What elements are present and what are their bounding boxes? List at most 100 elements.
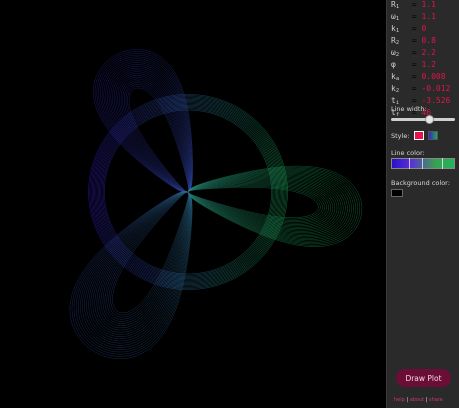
curve-segment: [149, 269, 155, 273]
curve-segment: [221, 269, 227, 273]
curve-segment: [167, 254, 171, 262]
curve-segment: [352, 191, 356, 197]
curve-segment: [178, 110, 182, 118]
curve-segment: [274, 146, 279, 153]
curve-segment: [103, 228, 107, 235]
curve-segment: [99, 80, 101, 86]
curve-segment: [175, 129, 178, 137]
curve-segment: [104, 292, 106, 299]
curve-segment: [318, 209, 320, 213]
curve-segment: [114, 99, 116, 106]
curve-segment: [342, 215, 345, 220]
curve-segment: [124, 343, 131, 346]
curve-segment: [221, 270, 228, 274]
curve-segment: [130, 81, 134, 83]
curve-segment: [171, 70, 176, 78]
curve-segment: [323, 217, 327, 221]
curve-segment: [125, 334, 132, 337]
curve-segment: [181, 146, 184, 153]
curve-segment: [292, 181, 300, 184]
curve-segment: [127, 88, 129, 92]
curve-segment: [183, 143, 186, 150]
curve-segment: [112, 330, 117, 333]
curve-segment: [224, 118, 230, 122]
curve-segment: [106, 79, 110, 85]
curve-segment: [321, 231, 328, 234]
curve-segment: [140, 272, 147, 276]
curve-segment: [114, 324, 119, 326]
curve-segment: [308, 222, 314, 224]
curve-segment: [94, 83, 97, 90]
curve-segment: [321, 200, 324, 204]
curve-segment: [172, 277, 179, 279]
curve-segment: [138, 276, 145, 280]
curve-segment: [170, 295, 175, 304]
curve-segment: [248, 244, 253, 250]
curve-segment: [113, 326, 119, 328]
curve-segment: [145, 103, 152, 107]
plot-area[interactable]: [0, 0, 386, 408]
curve-segment: [150, 310, 156, 317]
curve-segment: [139, 107, 147, 111]
curve-segment: [296, 244, 306, 247]
curve-segment: [138, 144, 144, 151]
curve-segment: [142, 75, 147, 78]
curve-segment: [98, 284, 101, 291]
curve-segment: [234, 123, 240, 128]
curve-segment: [142, 136, 146, 142]
curve-segment: [156, 287, 161, 294]
curve-segment: [327, 203, 329, 207]
curve-segment: [146, 118, 152, 122]
curve-segment: [320, 213, 323, 216]
curve-segment: [78, 312, 80, 320]
curve-segment: [182, 153, 185, 160]
curve-segment: [163, 292, 168, 300]
curve-segment: [197, 279, 204, 281]
curve-segment: [164, 261, 168, 269]
curve-segment: [107, 286, 110, 292]
curve-segment: [279, 204, 281, 212]
curve-segment: [155, 308, 161, 316]
curve-segment: [144, 101, 151, 105]
curve-segment: [287, 233, 296, 236]
curve-segment: [346, 215, 349, 221]
curve-segment: [289, 183, 296, 186]
curve-segment: [148, 271, 154, 275]
curve-segment: [260, 175, 269, 177]
curve-segment: [95, 204, 97, 212]
curve-segment: [170, 262, 174, 270]
curve-segment: [197, 284, 205, 286]
curve-segment: [98, 97, 101, 105]
curve-segment: [301, 169, 311, 171]
curve-segment: [141, 270, 148, 274]
curve-segment: [142, 334, 149, 339]
curve-segment: [106, 234, 110, 241]
curve-segment: [121, 329, 127, 331]
curve-segment: [322, 238, 329, 241]
curve-segment: [112, 263, 117, 271]
curve-segment: [172, 68, 177, 76]
plot-canvas[interactable]: [0, 0, 386, 408]
curve-segment: [331, 238, 339, 242]
curve-segment: [253, 241, 258, 247]
curve-segment: [178, 265, 181, 275]
curve-segment: [178, 98, 182, 107]
curve-segment: [295, 184, 302, 187]
curve-segment: [108, 338, 114, 341]
curve-segment: [111, 332, 116, 335]
curve-segment: [103, 156, 107, 162]
curve-segment: [106, 106, 110, 113]
curve-segment: [160, 284, 165, 292]
curve-segment: [96, 153, 100, 160]
curve-segment: [268, 156, 272, 163]
curve-segment: [319, 216, 323, 219]
curve-segment: [165, 297, 170, 306]
curve-segment: [96, 273, 101, 281]
curve-segment: [101, 61, 107, 67]
curve-segment: [283, 229, 292, 232]
curve-segment: [126, 83, 129, 87]
curve-segment: [334, 213, 337, 217]
curve-segment: [228, 110, 235, 114]
curve-segment: [202, 271, 209, 273]
curve-segment: [130, 79, 134, 81]
